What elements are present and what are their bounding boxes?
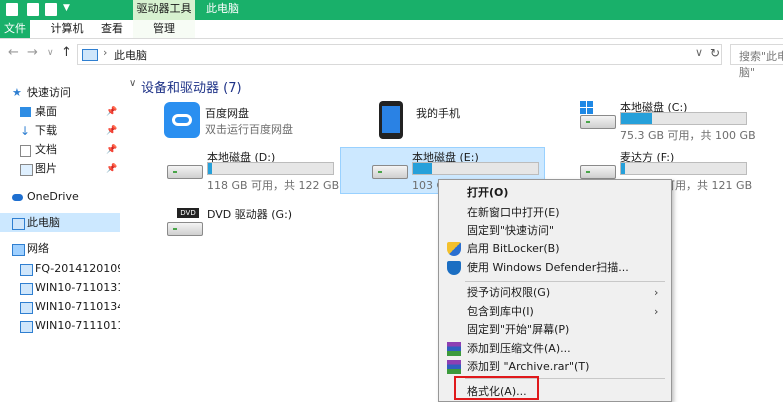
chevron-right-icon[interactable]: ›: [103, 46, 107, 59]
refresh-icon[interactable]: ↻: [710, 46, 720, 60]
search-input[interactable]: 搜索"此电脑": [730, 44, 783, 79]
menu-item-open-new-window[interactable]: 在新窗口中打开(E): [467, 204, 560, 222]
sidebar-item-desktop[interactable]: 桌面 📌: [0, 103, 120, 121]
phone-icon: [379, 101, 403, 139]
sidebar-item-network[interactable]: 网络: [0, 240, 120, 258]
new-folder-icon[interactable]: [45, 3, 57, 16]
tab-view[interactable]: 查看: [97, 20, 127, 38]
menu-item-grant-access[interactable]: 授予访问权限(G): [467, 284, 550, 302]
properties-icon[interactable]: [27, 3, 39, 16]
menu-item-bitlocker[interactable]: 启用 BitLocker(B): [467, 240, 560, 258]
sidebar-item-quick-access[interactable]: ★ 快速访问: [0, 84, 120, 102]
monitor-icon: [20, 321, 33, 333]
hard-drive-icon: [167, 165, 203, 179]
network-icon: [12, 244, 25, 256]
back-arrow-icon[interactable]: ←: [8, 45, 19, 60]
pc-icon: [82, 49, 98, 61]
menu-item-add-archive[interactable]: 添加到压缩文件(A)...: [467, 340, 571, 358]
hard-drive-icon: [580, 115, 616, 129]
title-bar: ▼: [0, 0, 783, 20]
context-menu: 打开(O) 在新窗口中打开(E) 固定到"快速访问" 启用 BitLocker(…: [438, 179, 672, 402]
download-icon: ↓: [20, 124, 31, 138]
tile-my-phone[interactable]: 我的手机: [374, 101, 544, 147]
menu-separator: [465, 281, 665, 282]
group-header[interactable]: 设备和驱动器 (7): [141, 77, 242, 96]
sidebar-item-network-pc[interactable]: WIN10-71110112: [0, 317, 120, 335]
drive-usage-bar: [412, 162, 539, 175]
winrar-icon: [447, 342, 461, 356]
chevron-down-icon[interactable]: ∨: [695, 46, 703, 59]
desktop-icon: [20, 107, 31, 117]
hard-drive-icon: [580, 165, 616, 179]
pin-icon[interactable]: 📌: [106, 141, 117, 159]
sidebar-item-pictures[interactable]: 图片 📌: [0, 160, 120, 178]
tile-drive-d[interactable]: 本地磁盘 (D:) 118 GB 可用，共 122 GB: [165, 149, 339, 195]
submenu-arrow-icon: ›: [654, 286, 659, 299]
sidebar-item-network-pc[interactable]: FQ-20141201095084: [0, 260, 120, 278]
pin-icon[interactable]: 📌: [106, 160, 117, 178]
drive-usage-bar: [207, 162, 334, 175]
monitor-icon: [20, 283, 33, 295]
sidebar-item-this-pc[interactable]: 此电脑: [0, 214, 120, 232]
submenu-arrow-icon: ›: [654, 305, 659, 318]
cloud-icon: [12, 194, 23, 201]
baidu-netdisk-icon: [164, 102, 200, 138]
sidebar-item-onedrive[interactable]: OneDrive: [0, 188, 120, 206]
hard-drive-icon: [372, 165, 408, 179]
monitor-icon: [20, 302, 33, 314]
picture-icon: [20, 164, 33, 176]
sidebar-item-network-pc[interactable]: WIN10-71101343: [0, 298, 120, 316]
menu-item-include-library[interactable]: 包含到库中(I): [467, 303, 534, 321]
breadcrumb[interactable]: 此电脑: [114, 47, 147, 63]
star-icon: ★: [12, 86, 22, 99]
ribbon-tabs: 文件 计算机 查看 管理: [0, 20, 783, 39]
tile-baidu-netdisk[interactable]: 百度网盘 双击运行百度网盘: [163, 101, 333, 147]
menu-item-pin-start[interactable]: 固定到"开始"屏幕(P): [467, 321, 569, 339]
defender-icon: [447, 261, 461, 275]
forward-arrow-icon[interactable]: →: [27, 45, 38, 60]
address-bar[interactable]: › 此电脑 ∨: [77, 44, 722, 65]
drive-usage-bar: [620, 112, 747, 125]
tab-file[interactable]: 文件: [0, 20, 30, 38]
monitor-icon: [20, 264, 33, 276]
menu-item-add-archive-rar[interactable]: 添加到 "Archive.rar"(T): [467, 358, 589, 376]
windows-logo-icon: [580, 101, 594, 115]
winrar-icon: [447, 360, 461, 374]
document-icon: [20, 145, 31, 157]
menu-item-pin-quick-access[interactable]: 固定到"快速访问": [467, 222, 554, 240]
tab-computer[interactable]: 计算机: [47, 20, 87, 38]
recent-dropdown-icon[interactable]: ∨: [47, 48, 54, 58]
menu-item-defender-scan[interactable]: 使用 Windows Defender扫描...: [467, 259, 629, 277]
optical-drive-icon: [167, 222, 203, 236]
dvd-icon: DVD: [177, 208, 199, 218]
search-placeholder: 搜索"此电脑": [739, 50, 783, 79]
pin-icon[interactable]: 📌: [106, 122, 117, 140]
pin-icon[interactable]: 📌: [106, 103, 117, 121]
drive-usage-bar: [620, 162, 747, 175]
sidebar-item-documents[interactable]: 文档 📌: [0, 141, 120, 159]
drive-tools-context-tab[interactable]: 驱动器工具: [133, 0, 195, 20]
tile-dvd-drive[interactable]: DVD DVD 驱动器 (G:): [165, 204, 335, 250]
app-icon: [6, 3, 18, 16]
up-arrow-icon[interactable]: ↑: [61, 45, 72, 60]
tab-manage[interactable]: 管理: [133, 20, 195, 38]
sidebar-item-network-pc[interactable]: WIN10-71101312: [0, 279, 120, 297]
shield-icon: [447, 242, 461, 256]
tile-drive-c[interactable]: 本地磁盘 (C:) 75.3 GB 可用，共 100 GB: [578, 99, 758, 145]
window-title: 此电脑: [206, 2, 239, 15]
sidebar-item-downloads[interactable]: ↓ 下载 📌: [0, 122, 120, 140]
menu-item-open[interactable]: 打开(O): [467, 184, 508, 202]
pc-icon: [12, 218, 25, 230]
format-highlight-box: [454, 376, 539, 400]
collapse-chevron-icon[interactable]: ∨: [129, 78, 136, 89]
customize-dropdown-icon[interactable]: ▼: [63, 3, 70, 13]
